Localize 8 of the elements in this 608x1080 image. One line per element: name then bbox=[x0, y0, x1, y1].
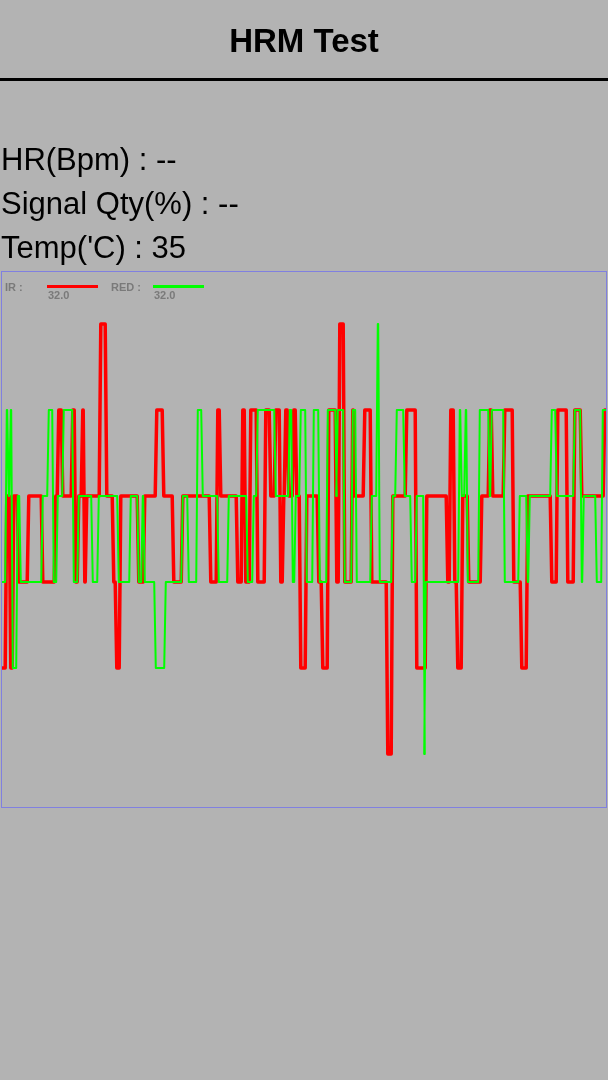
reading-text: HR(Bpm) : -- bbox=[0, 141, 177, 179]
legend-value: 32.0 bbox=[47, 289, 70, 301]
legend-value: 32.0 bbox=[153, 289, 176, 301]
reading-text: Temp('C) : 35 bbox=[0, 229, 187, 267]
legend-label: RED : bbox=[111, 281, 142, 293]
screen-title: HRM Test bbox=[229, 21, 379, 61]
reading-text: Signal Qty(%) : -- bbox=[0, 185, 239, 223]
legend-label: IR : bbox=[5, 281, 24, 293]
